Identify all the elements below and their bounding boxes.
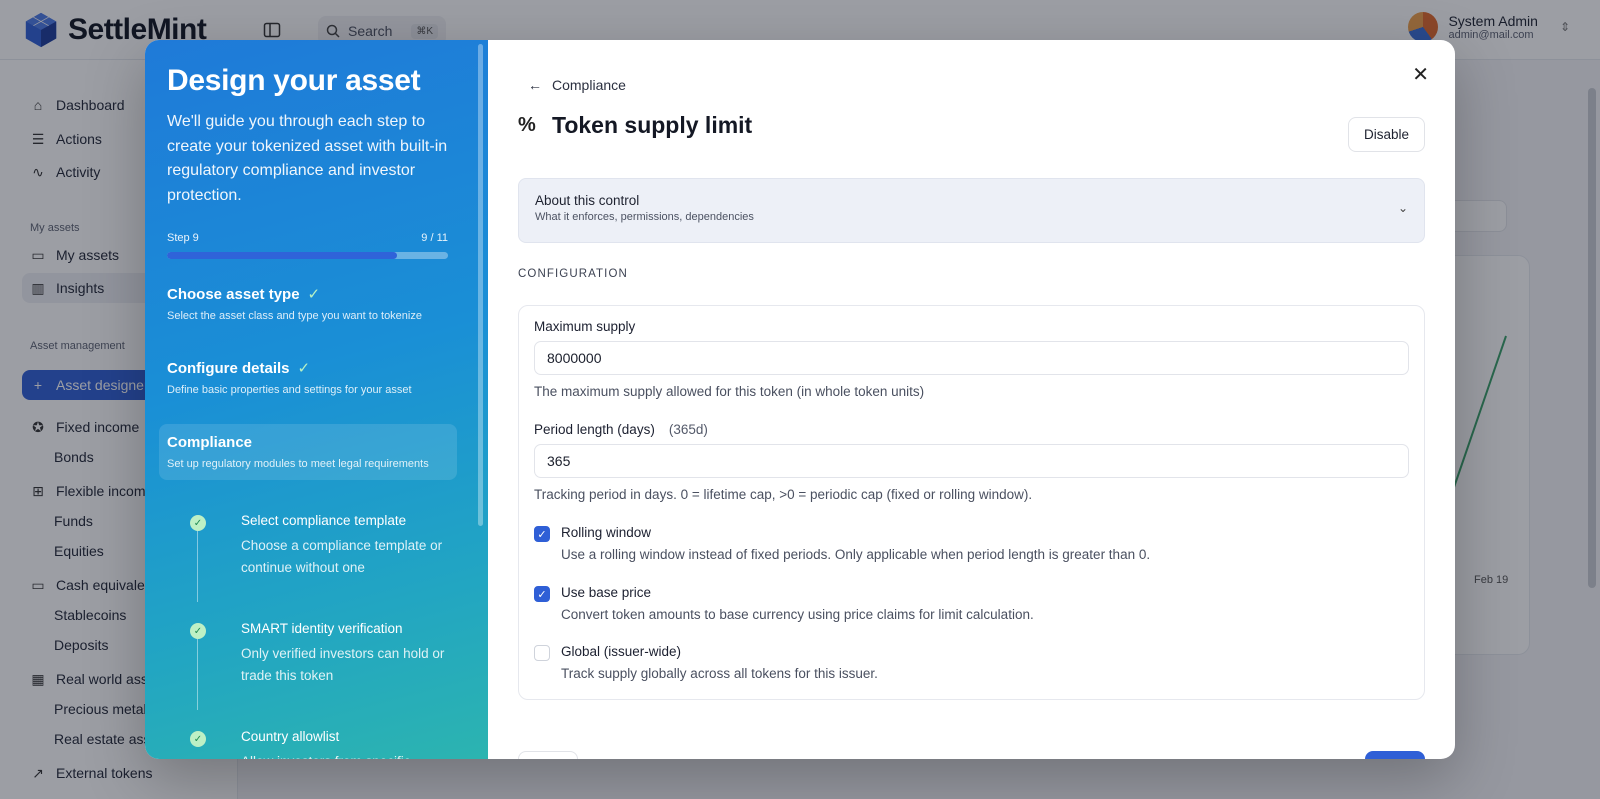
period-length-label: Period length (days) (365d): [534, 422, 708, 437]
option-title: Use base price: [561, 585, 652, 600]
page-title: Token supply limit: [552, 112, 753, 138]
check-icon: ✓: [297, 360, 311, 377]
option-desc: Use a rolling window instead of fixed pe…: [561, 547, 1151, 562]
check-circle-icon: ✓: [190, 623, 206, 639]
max-supply-help: The maximum supply allowed for this toke…: [534, 384, 925, 399]
step-indicator: Step 9 9 / 11: [167, 232, 448, 244]
step-title: Choose asset type: [167, 285, 300, 303]
period-label-text: Period length (days): [534, 422, 655, 437]
configuration-card: Maximum supply The maximum supply allowe…: [518, 305, 1425, 700]
wizard-scrollbar[interactable]: [478, 44, 483, 526]
wizard-step-compliance[interactable]: Compliance Set up regulatory modules to …: [159, 424, 457, 480]
checkbox-use-base-price[interactable]: ✓: [534, 586, 550, 602]
check-circle-icon: ✓: [190, 515, 206, 531]
period-length-help: Tracking period in days. 0 = lifetime ca…: [534, 487, 1033, 502]
substep-desc: Allow investors from specific: [241, 751, 456, 759]
step-subtitle: Select the asset class and type you want…: [167, 310, 422, 322]
control-header: % Token supply limit: [518, 112, 752, 139]
wizard-title: Design your asset: [167, 64, 421, 97]
configuration-heading: CONFIGURATION: [518, 268, 628, 280]
option-desc: Track supply globally across all tokens …: [561, 666, 878, 681]
check-icon: ✓: [307, 286, 321, 303]
substep-title: Country allowlist: [241, 729, 340, 744]
arrow-left-icon: ←: [528, 77, 542, 93]
wizard-sidebar: Design your asset We'll guide you throug…: [145, 40, 488, 759]
option-title: Global (issuer-wide): [561, 644, 682, 659]
about-title: About this control: [535, 193, 640, 208]
period-length-input[interactable]: [534, 444, 1409, 478]
wizard-step-configure-details[interactable]: Configure details ✓ Define basic properti…: [167, 359, 467, 397]
step-label: Step 9: [167, 232, 199, 244]
wizard-progress-bar: [167, 252, 448, 259]
asset-designer-modal: Design your asset We'll guide you throug…: [145, 40, 1455, 759]
disable-button[interactable]: Disable: [1347, 117, 1425, 152]
substep-connector: [197, 520, 198, 602]
step-subtitle: Define basic properties and settings for…: [167, 384, 412, 396]
about-subtitle: What it enforces, permissions, dependenc…: [535, 211, 754, 223]
control-panel: ✕ ← Compliance % Token supply limit Disa…: [488, 40, 1455, 759]
close-icon[interactable]: ✕: [1412, 62, 1429, 87]
substep-connector: [197, 628, 198, 710]
step-subtitle: Set up regulatory modules to meet legal …: [167, 458, 429, 470]
check-circle-icon: ✓: [190, 731, 206, 747]
wizard-progress-fill: [167, 252, 397, 259]
max-supply-input[interactable]: [534, 341, 1409, 375]
chevron-down-icon: ⌄: [1397, 201, 1408, 215]
checkbox-global[interactable]: [534, 645, 550, 661]
about-control-accordion[interactable]: About this control What it enforces, per…: [518, 178, 1425, 243]
footer-secondary-button[interactable]: [518, 751, 578, 759]
period-hint: (365d): [668, 422, 708, 437]
option-title: Rolling window: [561, 525, 652, 540]
substep-title: Select compliance template: [241, 513, 407, 528]
back-label: Compliance: [552, 77, 626, 93]
wizard-step-asset-type[interactable]: Choose asset type ✓ Select the asset clas…: [167, 285, 467, 323]
substep-desc: Only verified investors can hold or trad…: [241, 646, 445, 683]
substep-title: SMART identity verification: [241, 621, 403, 636]
checkbox-rolling-window[interactable]: ✓: [534, 526, 550, 542]
percent-icon: %: [518, 114, 536, 136]
wizard-description: We'll guide you through each step to cre…: [167, 113, 448, 204]
substep-desc: Choose a compliance template or continue…: [241, 538, 443, 575]
max-supply-label: Maximum supply: [534, 319, 636, 334]
back-to-compliance-link[interactable]: ← Compliance: [528, 77, 626, 93]
step-title: Configure details: [167, 359, 290, 377]
option-desc: Convert token amounts to base currency u…: [561, 607, 1034, 622]
footer-primary-button[interactable]: [1365, 751, 1425, 759]
step-count: 9 / 11: [421, 232, 448, 244]
step-title: Compliance: [167, 434, 253, 451]
